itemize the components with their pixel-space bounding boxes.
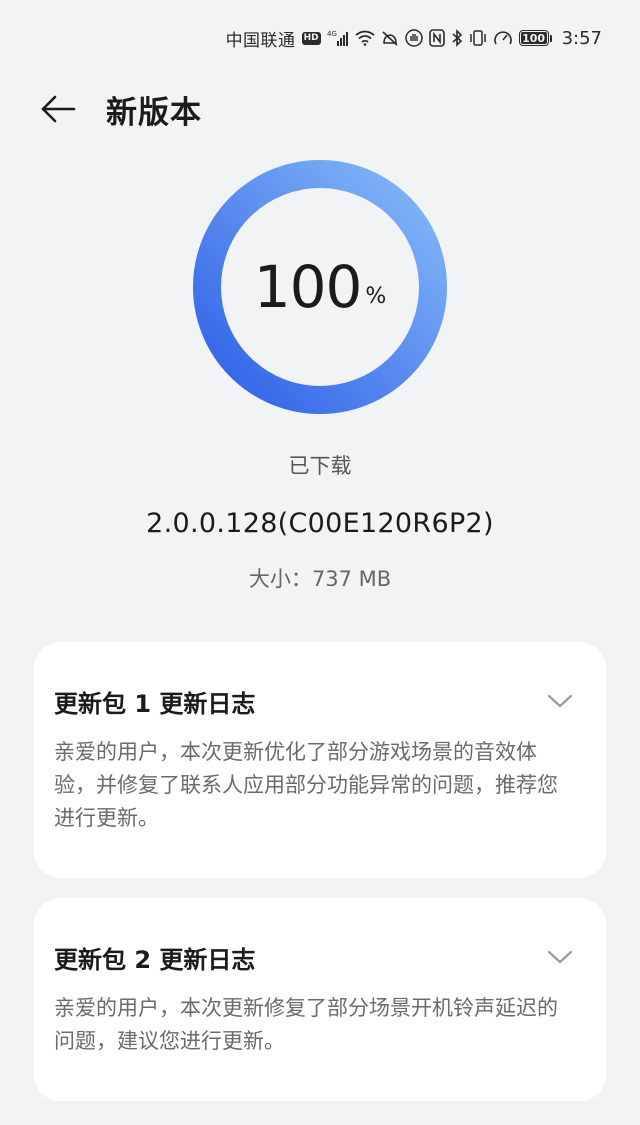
changelog-title-1: 更新包 1 更新日志	[54, 689, 256, 718]
back-button[interactable]	[40, 89, 80, 129]
bluetooth-icon	[451, 29, 463, 47]
package-size: 大小：737 MB	[248, 567, 392, 591]
changelog-body-2: 亲爱的用户，本次更新修复了部分场景开机铃声延迟的问题，建议您进行更新。	[54, 996, 558, 1053]
carrier-name: 中国联通	[225, 30, 296, 51]
arrow-left-icon	[41, 95, 76, 123]
signal-icon: 4G	[327, 29, 349, 47]
nfc-icon	[428, 29, 445, 47]
battery-indicator: 100	[518, 30, 552, 46]
changelog-card-1: 更新包 1 更新日志 亲爱的用户，本次更新优化了部分游戏场景的音效体验，并修复了…	[34, 642, 606, 878]
app-header: 新版本	[40, 84, 202, 134]
status-bar: 中国联通 HD 4G 100 3:57	[226, 22, 602, 54]
version-number: 2.0.0.128(C00E120R6P2)	[146, 508, 494, 539]
changelog-title-2: 更新包 2 更新日志	[54, 945, 256, 974]
changelog-card-2: 更新包 2 更新日志 亲爱的用户，本次更新修复了部分场景开机铃声延迟的问题，建议…	[34, 898, 606, 1101]
hd-badge: HD	[301, 31, 321, 45]
chevron-down-icon[interactable]	[546, 687, 574, 715]
chevron-down-icon[interactable]	[546, 943, 574, 971]
alarm-off-icon	[381, 30, 399, 46]
speedometer-icon	[493, 29, 513, 47]
vibrate-icon	[469, 29, 487, 47]
network-type: 4G	[327, 30, 337, 38]
download-status: 已下载	[288, 454, 352, 478]
wifi-icon	[355, 30, 375, 46]
page-title: 新版本	[106, 94, 202, 131]
progress-value: 100	[253, 253, 363, 321]
progress-readout: 100 %	[193, 160, 447, 414]
clock: 3:57	[561, 27, 602, 49]
progress-unit: %	[365, 283, 387, 309]
changelog-body-1: 亲爱的用户，本次更新优化了部分游戏场景的音效体验，并修复了联系人应用部分功能异常…	[54, 740, 558, 830]
hand-icon	[404, 29, 423, 47]
battery-level: 100	[520, 31, 547, 45]
